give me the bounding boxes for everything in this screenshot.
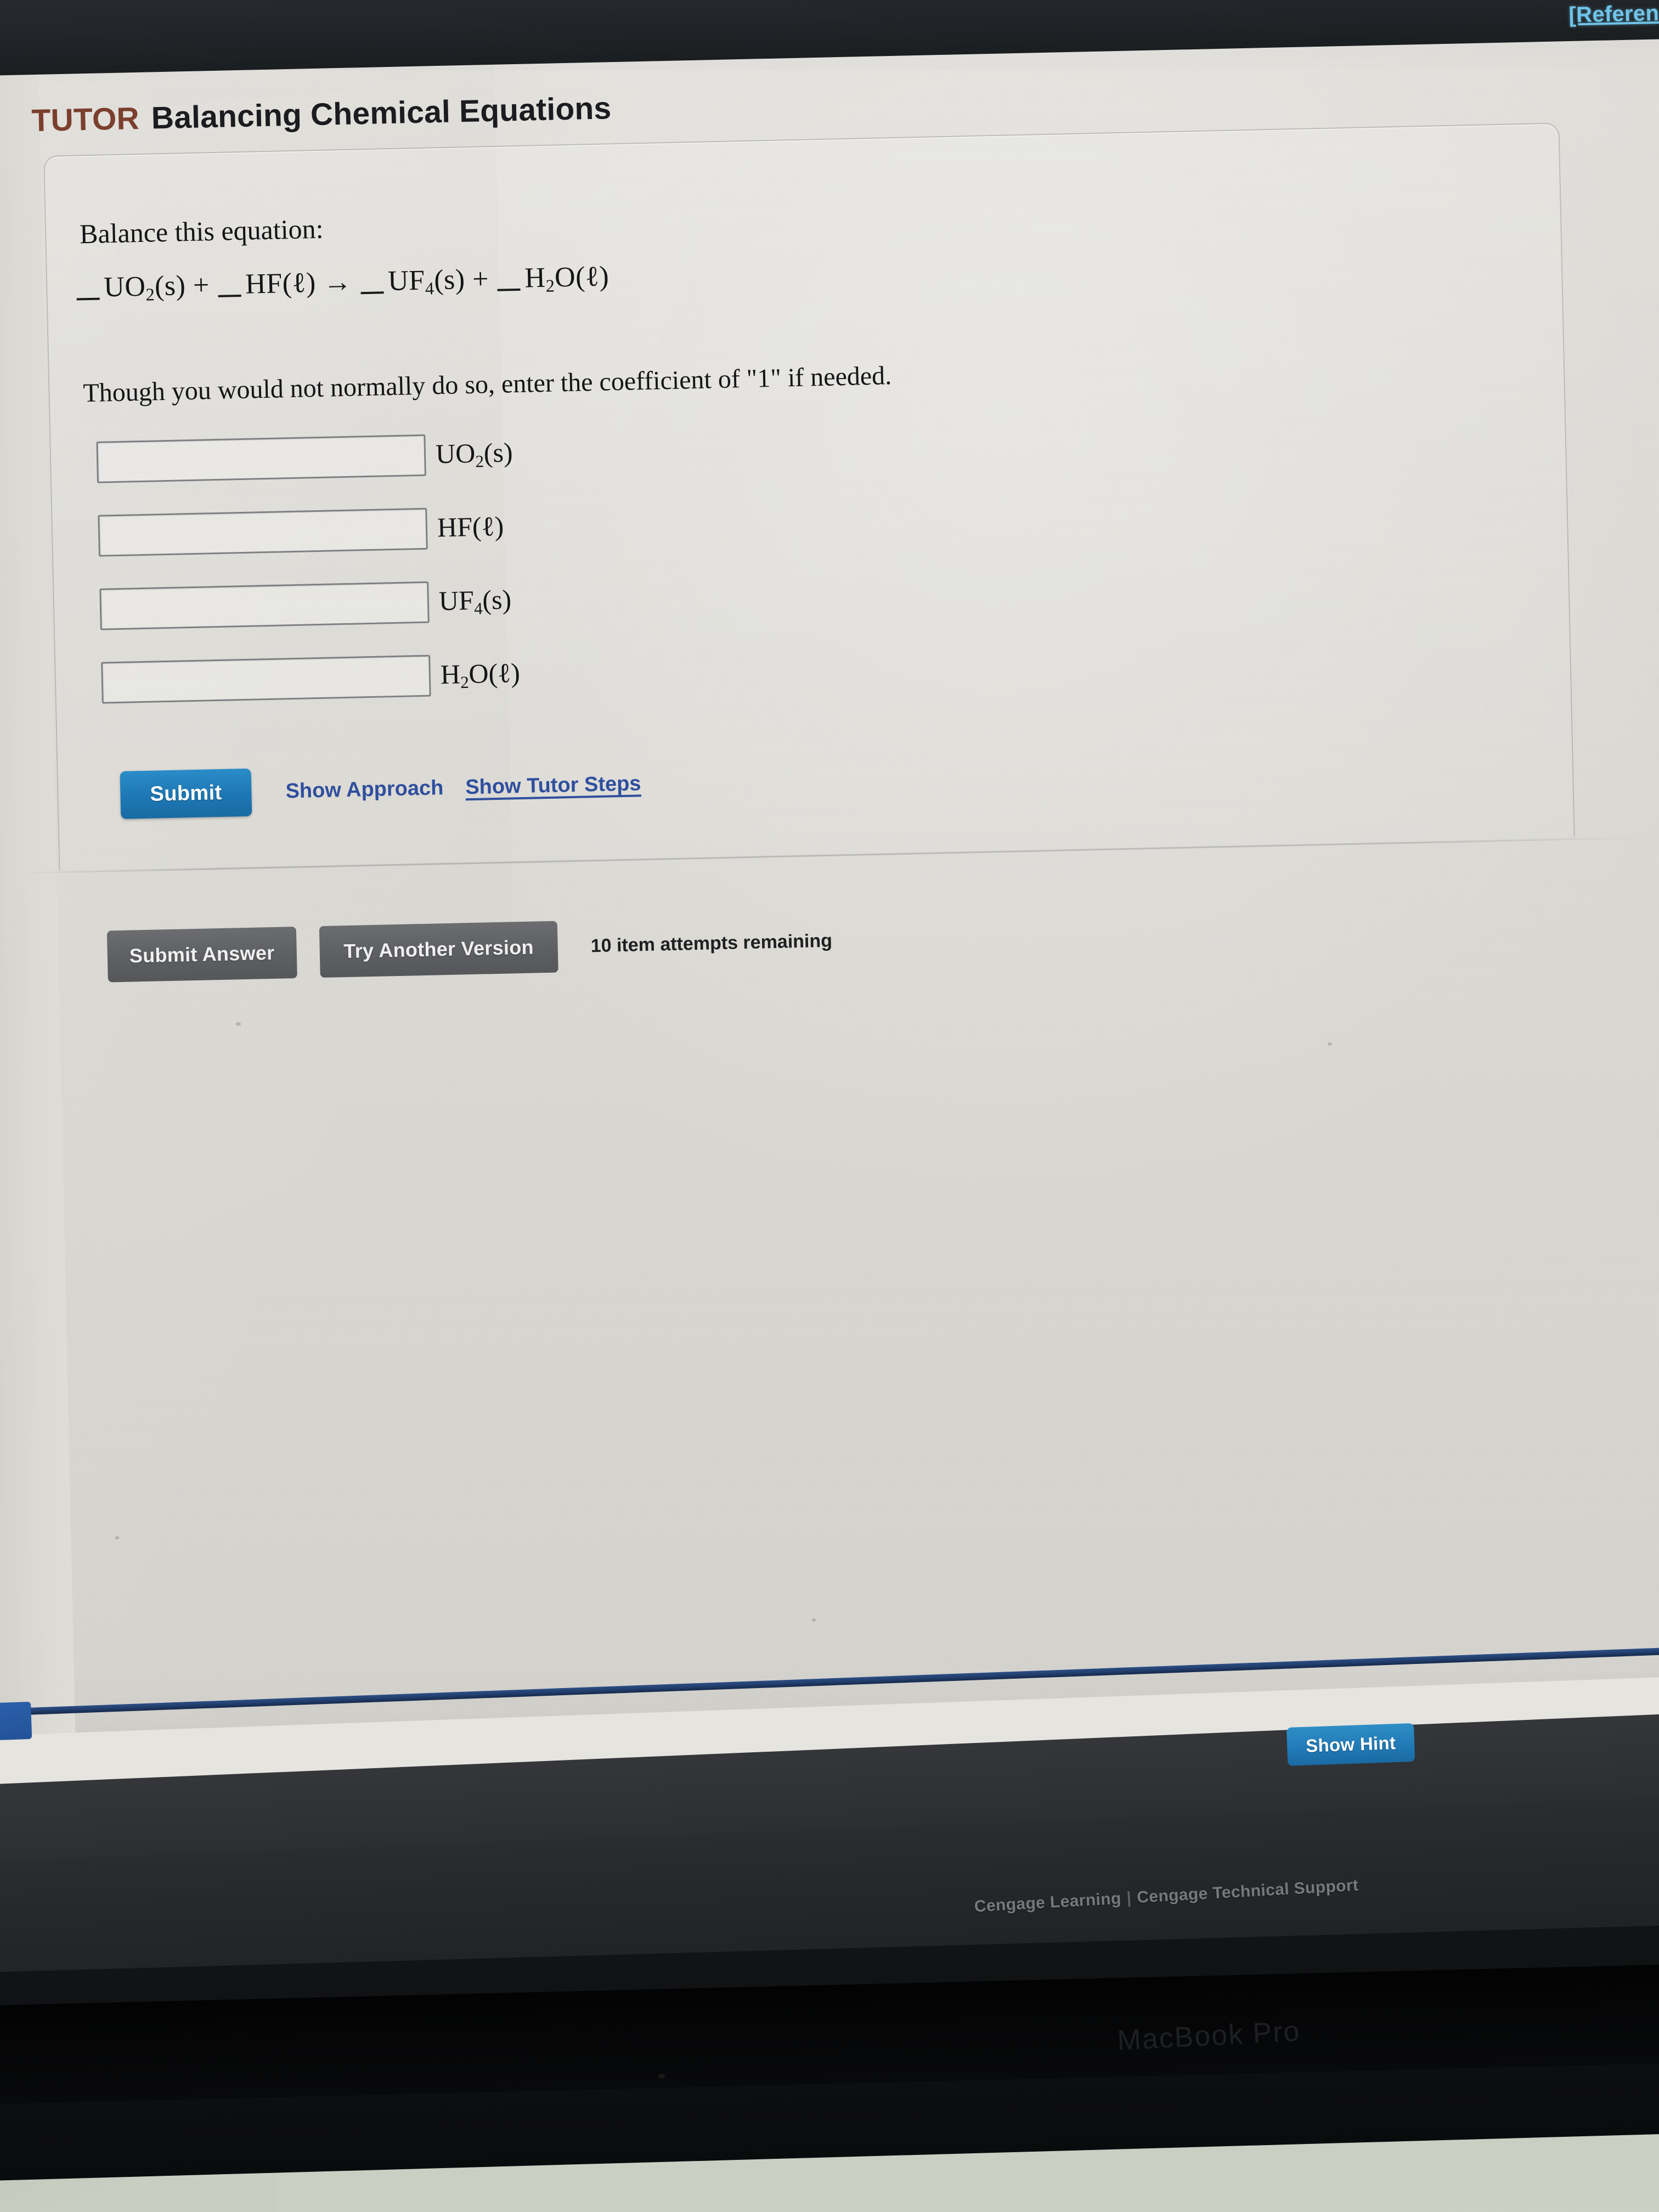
try-another-version-button[interactable]: Try Another Version (319, 921, 558, 978)
equation-blank-4 (497, 288, 521, 291)
web-page-content: TUTOR Balancing Chemical Equations Balanc… (11, 18, 1659, 1734)
answer-row: H2O(ℓ) (101, 648, 521, 708)
species-label-h2o: H2O(ℓ) (440, 657, 521, 692)
page-title: TUTOR Balancing Chemical Equations (31, 90, 612, 139)
answer-row: UF4(s) (99, 575, 519, 635)
coefficient-input-h2o[interactable] (101, 654, 431, 704)
coefficient-input-uo2[interactable] (96, 434, 426, 483)
equation-blank-2 (218, 294, 241, 297)
species-label-hf: HF(ℓ) (437, 510, 504, 543)
answer-field-list: UO2(s) HF(ℓ) UF4(s) H2O(ℓ) (96, 428, 521, 731)
page-title-text: Balancing Chemical Equations (151, 91, 612, 136)
footer-separator: | (1126, 1888, 1132, 1908)
equation-species-3: UF4(s) (387, 264, 466, 298)
species-label-uo2: UO2(s) (435, 436, 514, 471)
equation-species-4: H2O(ℓ) (524, 261, 610, 296)
show-tutor-steps-link[interactable]: Show Tutor Steps (465, 772, 641, 799)
equation-blank-3 (360, 291, 384, 295)
item-action-row: Submit Answer Try Another Version 10 ite… (106, 915, 833, 983)
equation-blank-1 (76, 297, 100, 301)
answer-row: UO2(s) (96, 428, 516, 488)
equation-plus-1: + (193, 269, 210, 301)
submit-answer-button[interactable]: Submit Answer (106, 927, 297, 983)
question-prompt: Balance this equation: (79, 213, 324, 250)
equation-species-2: HF(ℓ) (245, 267, 317, 300)
show-approach-link[interactable]: Show Approach (285, 776, 444, 803)
equation-arrow: → (323, 266, 353, 298)
coefficient-input-hf[interactable] (98, 507, 428, 557)
page-edge-blue-marker (0, 1701, 32, 1740)
equation-plus-2: + (472, 263, 489, 295)
tutor-badge: TUTOR (31, 100, 140, 139)
species-label-uf4: UF4(s) (438, 584, 512, 618)
submit-button[interactable]: Submit (120, 768, 252, 819)
screenshot-stage: [Referen TUTOR Balancing Chemical Equatio… (0, 0, 1659, 2212)
coefficient-input-uf4[interactable] (99, 581, 430, 630)
attempts-remaining-text: 10 item attempts remaining (590, 930, 833, 956)
show-hint-button[interactable]: Show Hint (1286, 1723, 1415, 1766)
answer-row: HF(ℓ) (98, 501, 517, 561)
equation-species-1: UO2(s) (103, 270, 186, 304)
